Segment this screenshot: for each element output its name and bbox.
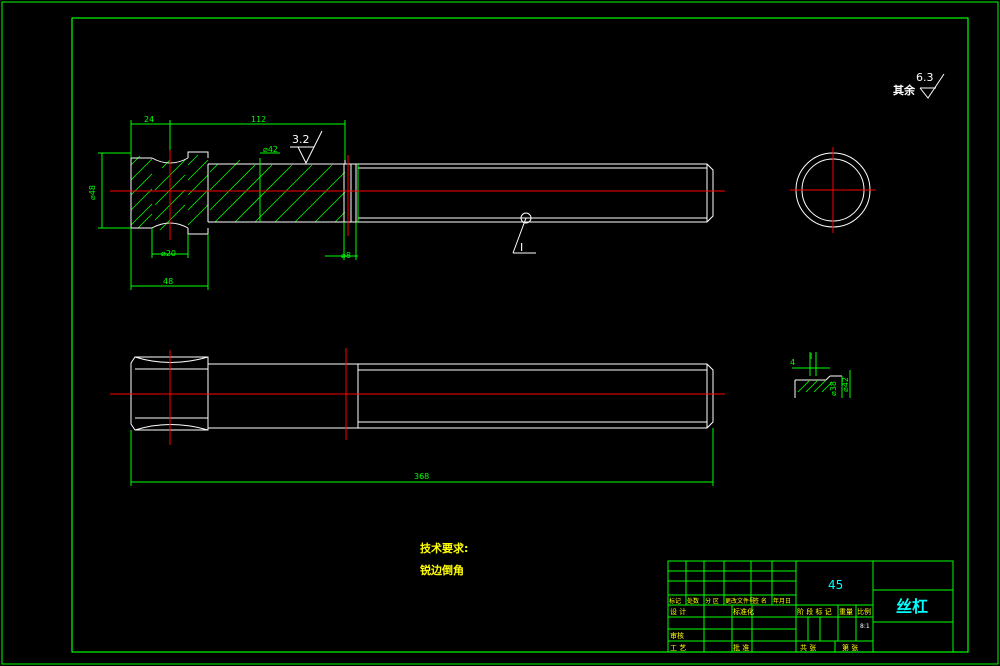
dim-phi20: ⌀20 bbox=[161, 249, 176, 258]
bottom-view: 368 bbox=[110, 348, 725, 486]
roughness-rest-symbol: 其余 6.3 bbox=[893, 71, 945, 99]
main-view: I 24 112 3.2 ⌀42 ⌀48 ⌀20 48 ⌀8 bbox=[88, 115, 725, 290]
detail-marker: I bbox=[810, 352, 812, 361]
cad-drawing: 其余 6.3 I 24 112 3.2 ⌀42 ⌀48 ⌀20 48 ⌀8 36… bbox=[1, 1, 999, 665]
sheet-outer-border bbox=[1, 1, 999, 665]
tb-sheets-total: 共 张 bbox=[800, 643, 816, 652]
tb-process: 工 艺 bbox=[670, 644, 686, 652]
tb-check: 审核 bbox=[670, 631, 684, 640]
dim-48: 48 bbox=[163, 277, 173, 286]
title-block: 45 丝杠 标记 处数 分 区 更改文件号 签 名 年月日 设 计 标准化 阶 … bbox=[667, 560, 954, 653]
tb-weight: 重量 bbox=[839, 608, 853, 616]
tb-material: 45 bbox=[828, 578, 843, 592]
tech-notes: 技术要求: 锐边倒角 bbox=[420, 541, 468, 577]
detail-marker-main: I bbox=[520, 241, 523, 254]
dim-phi8: ⌀8 bbox=[341, 251, 351, 260]
roughness-local-value: 3.2 bbox=[292, 133, 310, 146]
notes-line1: 锐边倒角 bbox=[420, 563, 464, 577]
roughness-rest-value: 6.3 bbox=[916, 71, 934, 84]
tb-design: 设 计 bbox=[670, 607, 686, 616]
dim-368: 368 bbox=[414, 472, 429, 481]
tb-header-1: 处数 bbox=[687, 597, 699, 605]
roughness-rest-label: 其余 bbox=[893, 83, 916, 97]
tb-header-0: 标记 bbox=[669, 597, 681, 605]
detail-view: 4 I ⌀42 ⌀38 bbox=[790, 352, 851, 398]
tb-standard: 标准化 bbox=[733, 607, 754, 616]
detail-dim-4: 4 bbox=[790, 358, 795, 367]
detail-dim-phi38: ⌀38 bbox=[829, 381, 838, 396]
tb-approve: 批 准 bbox=[733, 643, 749, 652]
sheet-frame bbox=[71, 17, 969, 653]
tb-stage: 阶 段 标 记 bbox=[797, 607, 832, 616]
tb-part-name: 丝杠 bbox=[896, 597, 928, 616]
notes-title: 技术要求: bbox=[420, 541, 468, 555]
side-view bbox=[790, 147, 876, 233]
tb-header-4: 签 名 bbox=[753, 597, 767, 605]
dim-phi48: ⌀48 bbox=[88, 185, 97, 200]
detail-dim-phi42: ⌀42 bbox=[841, 377, 850, 392]
tb-header-5: 年月日 bbox=[773, 597, 791, 605]
tb-sheet-no: 第 张 bbox=[842, 643, 858, 652]
dim-24: 24 bbox=[144, 115, 154, 124]
tb-header-3: 更改文件号 bbox=[725, 597, 755, 605]
dim-112: 112 bbox=[251, 115, 266, 124]
tb-header-2: 分 区 bbox=[705, 597, 719, 605]
tb-scale-value: 8:1 bbox=[860, 623, 870, 630]
tb-scale: 比例 bbox=[857, 607, 871, 616]
